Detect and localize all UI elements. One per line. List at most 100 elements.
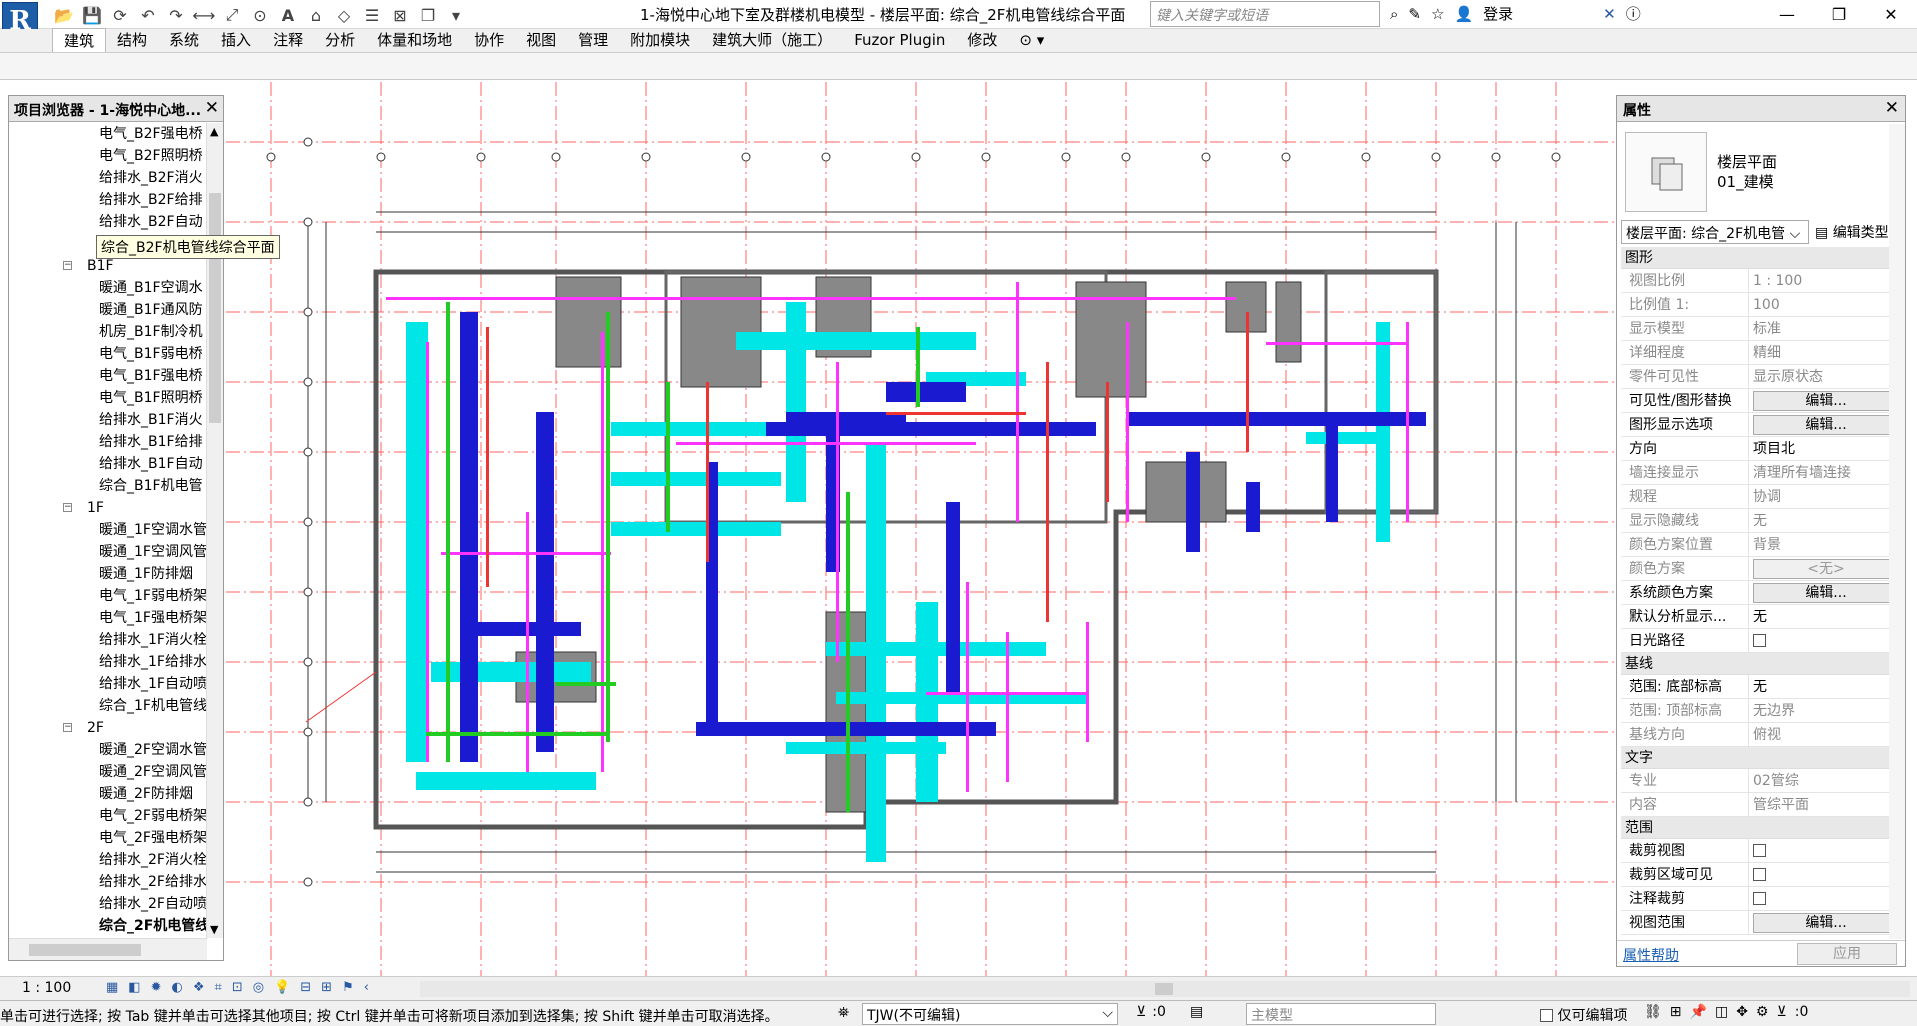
tree-item[interactable]: 机房_B1F制冷机	[9, 321, 207, 343]
ribbon-options-icon[interactable]: ⊙ ▾	[1008, 28, 1055, 52]
tree-item[interactable]: 给排水_B1F消火	[9, 409, 207, 431]
search-input[interactable]: 键入关键字或短语	[1150, 1, 1380, 27]
property-button-cell[interactable]: <无>	[1749, 557, 1903, 580]
crop-icon[interactable]: ⌗	[215, 980, 222, 995]
restore-icon[interactable]: ❐	[1813, 0, 1865, 28]
tree-item[interactable]: 暖通_2F空调水管	[9, 739, 207, 761]
tree-item[interactable]: 电气_B2F照明桥	[9, 145, 207, 167]
property-value[interactable]: 管综平面	[1749, 793, 1903, 816]
section-header[interactable]: 图形⌃	[1621, 247, 1903, 269]
property-value[interactable]: 显示原状态	[1749, 365, 1903, 388]
browser-hscroll[interactable]	[9, 938, 207, 960]
collapse-icon[interactable]: −	[63, 261, 72, 270]
constraints-icon[interactable]: ⚑	[342, 980, 354, 995]
user-icon[interactable]: 👤	[1454, 5, 1473, 23]
tree-item[interactable]: 暖通_B1F通风防	[9, 299, 207, 321]
tree-item[interactable]: 暖通_1F空调风管	[9, 541, 207, 563]
background-process-icon[interactable]: ⚙	[1756, 1004, 1769, 1020]
edit-type-button[interactable]: ▤ 编辑类型	[1815, 222, 1889, 242]
temporary-view-icon[interactable]: ⊟	[300, 980, 311, 995]
property-button-cell[interactable]: 编辑...	[1749, 413, 1903, 436]
checkbox[interactable]	[1753, 843, 1766, 857]
edit-button[interactable]: <无>	[1753, 559, 1899, 579]
property-value[interactable]: 无	[1749, 675, 1903, 698]
property-button-cell[interactable]: 编辑...	[1749, 581, 1903, 604]
select-underlay-icon[interactable]: ⊞	[1670, 1004, 1682, 1020]
edit-button[interactable]: 编辑...	[1753, 391, 1899, 411]
tab-5[interactable]: 分析	[314, 28, 366, 52]
tree-item[interactable]: 电气_B1F强电桥	[9, 365, 207, 387]
subscription-icon[interactable]: ✎	[1408, 5, 1421, 23]
tab-7[interactable]: 协作	[463, 28, 515, 52]
tab-13[interactable]: 修改	[956, 28, 1008, 52]
property-checkbox[interactable]	[1749, 839, 1903, 862]
tab-3[interactable]: 插入	[210, 28, 262, 52]
property-value[interactable]: 清理所有墙连接	[1749, 461, 1903, 484]
section-header[interactable]: 范围⌃	[1621, 817, 1903, 839]
collapse-icon[interactable]: −	[63, 503, 72, 512]
visual-style-icon[interactable]: ◧	[128, 980, 140, 995]
scroll-left-icon[interactable]: ‹	[364, 980, 369, 995]
tree-item[interactable]: 暖通_2F空调风管	[9, 761, 207, 783]
property-checkbox[interactable]	[1749, 629, 1903, 652]
tree-item[interactable]: 给排水_2F给排水	[9, 871, 207, 893]
property-value[interactable]: 俯视	[1749, 723, 1903, 746]
filter-icon[interactable]: ⊻	[1136, 1004, 1146, 1020]
tree-item[interactable]: 给排水_1F消火栓	[9, 629, 207, 651]
detail-level-icon[interactable]: ▦	[106, 980, 118, 995]
tree-item[interactable]: 电气_B1F照明桥	[9, 387, 207, 409]
tree-item[interactable]: 综合_1F机电管线	[9, 695, 207, 717]
floor-plan-drawing[interactable]	[226, 82, 1614, 976]
tab-12[interactable]: Fuzor Plugin	[843, 28, 956, 52]
temporary-hide-icon[interactable]: ◎	[253, 980, 264, 995]
checkbox[interactable]	[1540, 1008, 1553, 1022]
property-value[interactable]: 精细	[1749, 341, 1903, 364]
render-icon[interactable]: ❖	[193, 980, 205, 995]
tag-icon[interactable]: ⊙	[248, 3, 272, 27]
section-header[interactable]: 基线⌃	[1621, 653, 1903, 675]
sync-icon[interactable]: ⟳	[108, 3, 132, 27]
dimension-icon[interactable]: ⤢	[220, 3, 244, 27]
select-links-icon[interactable]: ⛓	[1644, 1004, 1662, 1020]
scroll-thumb[interactable]	[1155, 983, 1173, 995]
tab-2[interactable]: 系统	[158, 28, 210, 52]
drag-on-select-icon[interactable]: ✥	[1736, 1004, 1748, 1020]
tree-item[interactable]: 电气_1F强电桥架	[9, 607, 207, 629]
tree-item[interactable]: 给排水_1F给排水	[9, 651, 207, 673]
scroll-thumb[interactable]	[29, 944, 141, 956]
design-options-icon[interactable]: ▤	[1190, 1004, 1203, 1020]
close-hidden-icon[interactable]: ⊠	[388, 3, 412, 27]
edit-button[interactable]: 编辑...	[1753, 913, 1899, 933]
tree-group[interactable]: −2F	[9, 717, 207, 739]
drawing-canvas[interactable]	[226, 82, 1614, 976]
instance-filter-dropdown[interactable]: 楼层平面: 综合_2F机电管 ⌵	[1621, 220, 1809, 244]
tree-item[interactable]: 给排水_B1F自动	[9, 453, 207, 475]
save-icon[interactable]: 💾	[80, 3, 104, 27]
star-icon[interactable]: ☆	[1431, 5, 1444, 23]
tree-item[interactable]: 暖通_1F防排烟	[9, 563, 207, 585]
show-crop-icon[interactable]: ⊡	[232, 980, 243, 995]
tree-item[interactable]: 暖通_1F空调水管	[9, 519, 207, 541]
sun-path-icon[interactable]: ✹	[151, 980, 162, 995]
close-icon[interactable]: ✕	[1885, 98, 1899, 118]
close-icon[interactable]: ✕	[1865, 0, 1917, 28]
minimize-icon[interactable]: —	[1761, 0, 1813, 28]
type-selector[interactable]: 楼层平面 01_建模 ▼	[1621, 130, 1901, 212]
3d-view-icon[interactable]: ⌂	[304, 3, 328, 27]
property-value[interactable]: 项目北	[1749, 437, 1903, 460]
apply-button[interactable]: 应用	[1797, 943, 1897, 965]
tree-item[interactable]: 电气_B1F弱电桥	[9, 343, 207, 365]
property-value[interactable]: 无边界	[1749, 699, 1903, 722]
tab-11[interactable]: 建筑大师（施工）	[701, 28, 843, 52]
switch-windows-icon[interactable]: ❐	[416, 3, 440, 27]
property-value[interactable]: 标准	[1749, 317, 1903, 340]
edit-button[interactable]: 编辑...	[1753, 583, 1899, 603]
tree-item[interactable]: 电气_1F弱电桥架	[9, 585, 207, 607]
property-button-cell[interactable]: 编辑...	[1749, 911, 1903, 934]
tab-1[interactable]: 结构	[106, 28, 158, 52]
tree-item[interactable]: 暖通_2F防排烟	[9, 783, 207, 805]
scroll-down-icon[interactable]: ▼	[210, 923, 218, 936]
main-model-dropdown[interactable]: 主模型	[1246, 1003, 1436, 1025]
binoculars-icon[interactable]: ⌕	[1390, 5, 1398, 23]
workset-dropdown[interactable]: TJW(不可编辑) ⌵	[862, 1003, 1118, 1025]
